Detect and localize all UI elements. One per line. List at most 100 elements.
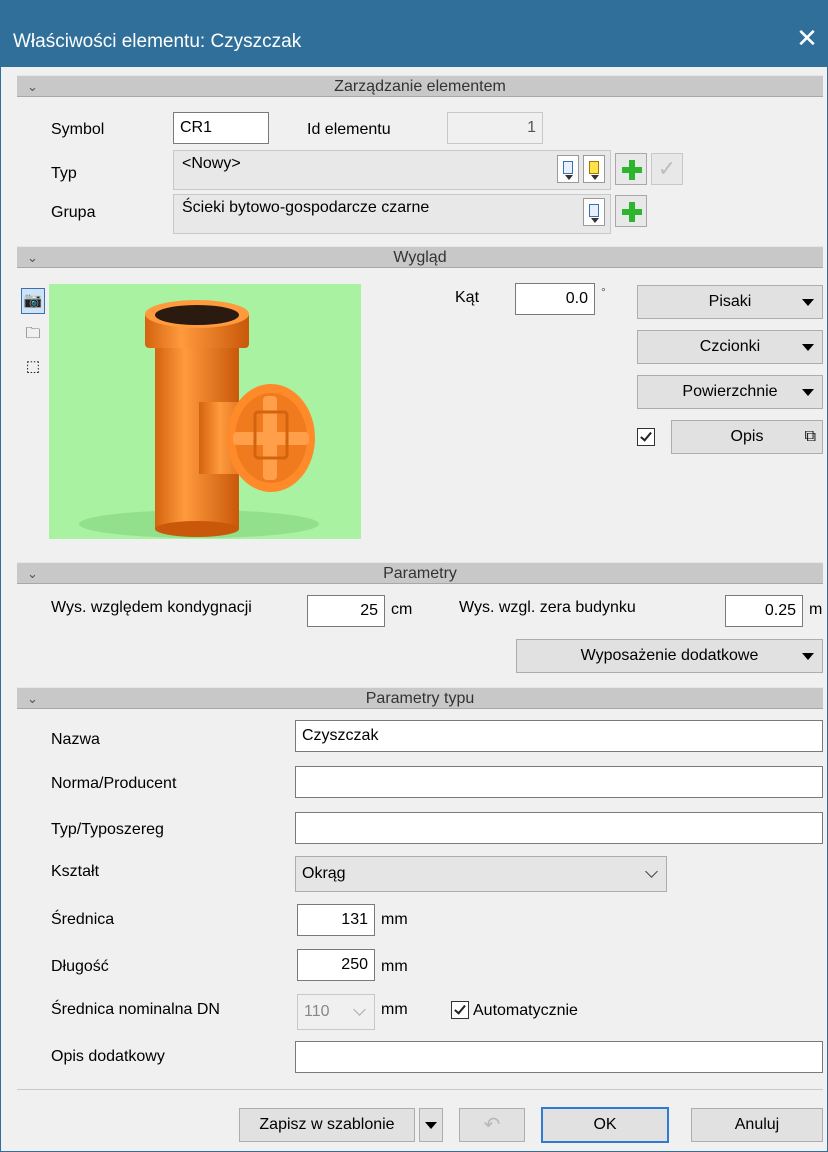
height-zero-input[interactable]: 0.25 xyxy=(725,595,803,627)
length-unit: mm xyxy=(381,958,408,975)
add-type-button[interactable] xyxy=(615,153,647,185)
length-label: Długość xyxy=(51,958,109,975)
height-zero-label: Wys. wzgl. zera budynku xyxy=(459,599,636,616)
open-dialog-icon: ⧉ xyxy=(804,428,816,445)
extra-equipment-button[interactable]: Wyposażenie dodatkowe xyxy=(516,639,823,673)
dn-value: 110 xyxy=(304,1003,330,1020)
document-icon xyxy=(563,161,573,174)
window-title: Właściwości elementu: Czyszczak xyxy=(13,31,302,52)
height-floor-input[interactable]: 25 xyxy=(307,595,385,627)
fonts-button[interactable]: Czcionki xyxy=(637,330,823,364)
surfaces-button-label: Powierzchnie xyxy=(682,383,778,400)
confirm-type-button[interactable]: ✓ xyxy=(651,153,683,185)
dropdown-arrow-icon xyxy=(802,389,814,396)
chevron-down-icon xyxy=(645,865,658,878)
camera-icon[interactable]: 📷 xyxy=(21,288,45,314)
dropdown-arrow-icon xyxy=(425,1122,437,1129)
angle-unit: ° xyxy=(601,285,606,299)
description-button-label: Opis xyxy=(730,428,764,445)
description-button[interactable]: Opis ⧉ xyxy=(671,420,823,454)
height-floor-unit: cm xyxy=(391,601,413,618)
type-label: Typ xyxy=(51,165,77,182)
dropdown-arrow-icon xyxy=(565,175,573,180)
angle-label: Kąt xyxy=(455,289,480,306)
shape-select[interactable]: Okrąg xyxy=(295,856,667,892)
extra-desc-label: Opis dodatkowy xyxy=(51,1048,165,1065)
group-field[interactable]: Ścieki bytowo-gospodarcze czarne xyxy=(173,194,611,234)
group-select-button[interactable] xyxy=(583,198,605,226)
dropdown-arrow-icon xyxy=(591,175,599,180)
symbol-input[interactable]: CR1 xyxy=(173,112,269,144)
auto-checkbox[interactable] xyxy=(451,1001,469,1019)
section-title: Parametry xyxy=(383,565,457,582)
section-management-header[interactable]: ⌄ Zarządzanie elementem xyxy=(17,75,823,97)
surfaces-button[interactable]: Powierzchnie xyxy=(637,375,823,409)
height-floor-label: Wys. względem kondygnacji xyxy=(51,599,252,616)
ok-label: OK xyxy=(593,1116,617,1133)
element-preview-image xyxy=(49,284,361,539)
save-template-button[interactable]: Zapisz w szablonie xyxy=(239,1108,415,1142)
diameter-input[interactable]: 131 xyxy=(297,904,375,936)
diameter-unit: mm xyxy=(381,911,408,928)
save-template-dropdown-button[interactable] xyxy=(419,1108,443,1142)
library-icon xyxy=(589,161,599,174)
section-title: Parametry typu xyxy=(365,690,475,707)
pens-button-label: Pisaki xyxy=(708,293,752,310)
fonts-button-label: Czcionki xyxy=(699,338,761,355)
undo-button: ↶ xyxy=(459,1108,525,1142)
norm-input[interactable] xyxy=(295,766,823,798)
chevron-down-icon xyxy=(353,1003,366,1016)
group-value: Ścieki bytowo-gospodarcze czarne xyxy=(182,199,430,216)
diameter-label: Średnica xyxy=(51,911,115,928)
section-title: Wygląd xyxy=(393,249,447,266)
cube-icon[interactable]: ⬚ xyxy=(21,354,45,380)
dropdown-arrow-icon xyxy=(802,344,814,351)
section-title: Zarządzanie elementem xyxy=(334,78,506,95)
name-label: Nazwa xyxy=(51,731,100,748)
title-bar[interactable]: Właściwości elementu: Czyszczak ✕ xyxy=(1,1,828,67)
folder-icon[interactable]: 🗀 xyxy=(21,321,45,347)
series-label: Typ/Typoszereg xyxy=(51,821,164,838)
auto-label: Automatycznie xyxy=(473,1002,578,1019)
undo-icon: ↶ xyxy=(483,1114,501,1136)
add-group-button[interactable] xyxy=(615,195,647,227)
type-catalog-button[interactable] xyxy=(583,155,605,183)
shape-label: Kształt xyxy=(51,863,100,880)
cancel-button[interactable]: Anuluj xyxy=(691,1108,823,1142)
section-parameters-header[interactable]: ⌄ Parametry xyxy=(17,562,823,584)
type-select-button[interactable] xyxy=(557,155,579,183)
id-field: 1 xyxy=(447,112,543,144)
extra-equipment-label: Wyposażenie dodatkowe xyxy=(580,647,759,664)
group-label: Grupa xyxy=(51,204,96,221)
length-input[interactable]: 250 xyxy=(297,949,375,981)
dn-label: Średnica nominalna DN xyxy=(51,1001,220,1018)
extra-desc-input[interactable] xyxy=(295,1041,823,1073)
dropdown-arrow-icon xyxy=(802,299,814,306)
ok-button[interactable]: OK xyxy=(541,1107,669,1143)
dn-unit: mm xyxy=(381,1001,408,1018)
footer-divider xyxy=(17,1089,823,1090)
close-icon[interactable]: ✕ xyxy=(793,23,821,53)
name-input[interactable]: Czyszczak xyxy=(295,720,823,752)
cancel-label: Anuluj xyxy=(734,1116,780,1133)
description-checkbox[interactable] xyxy=(637,428,655,446)
section-appearance-header[interactable]: ⌄ Wygląd xyxy=(17,246,823,268)
document-icon xyxy=(589,204,599,217)
cleanout-pipe-render xyxy=(79,300,319,538)
save-template-label: Zapisz w szablonie xyxy=(259,1116,395,1133)
series-input[interactable] xyxy=(295,812,823,844)
pens-button[interactable]: Pisaki xyxy=(637,285,823,319)
norm-label: Norma/Producent xyxy=(51,775,177,792)
dropdown-arrow-icon xyxy=(802,653,814,660)
id-label: Id elementu xyxy=(307,121,391,138)
type-field[interactable]: <Nowy> xyxy=(173,150,611,190)
height-zero-unit: m xyxy=(809,601,823,618)
dropdown-arrow-icon xyxy=(591,218,599,223)
angle-input[interactable]: 0.0 xyxy=(515,283,595,315)
symbol-label: Symbol xyxy=(51,121,105,138)
dn-select: 110 xyxy=(297,994,375,1030)
properties-dialog: Właściwości elementu: Czyszczak ✕ ⌄ Zarz… xyxy=(0,0,828,1152)
type-value: <Nowy> xyxy=(182,155,241,172)
section-type-parameters-header[interactable]: ⌄ Parametry typu xyxy=(17,687,823,709)
shape-value: Okrąg xyxy=(302,865,346,882)
